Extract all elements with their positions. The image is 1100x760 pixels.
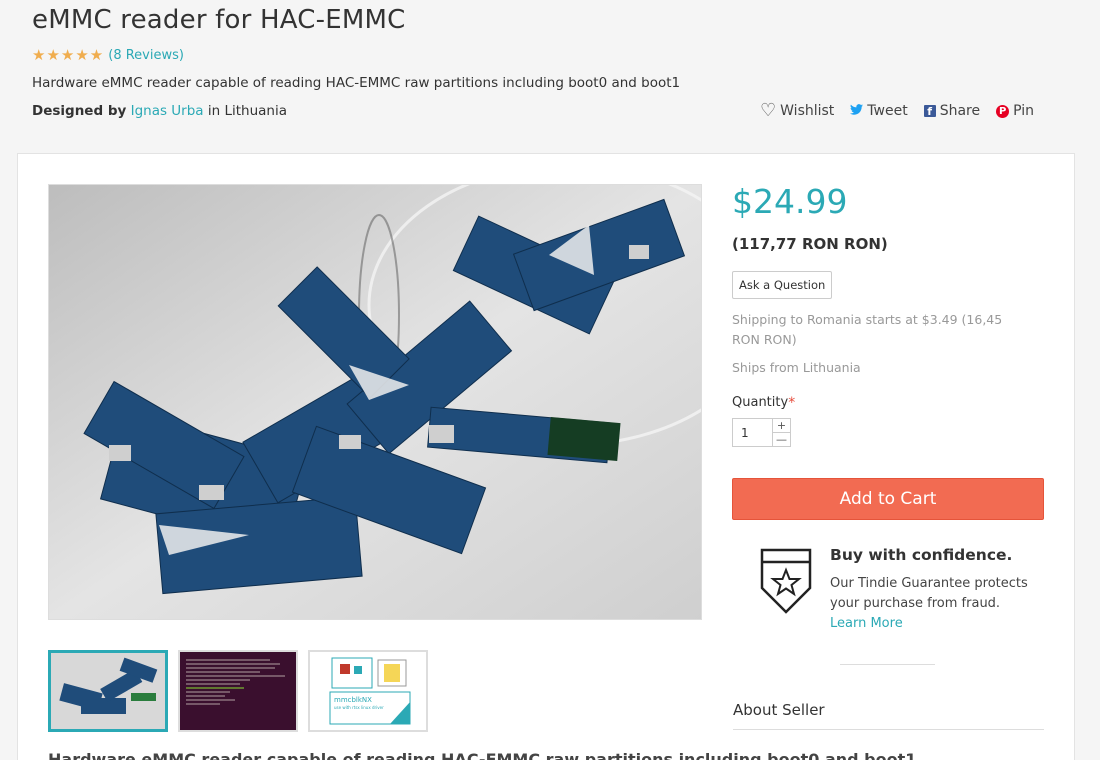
quantity-label-text: Quantity — [732, 395, 789, 410]
description-heading: Hardware eMMC reader capable of reading … — [48, 750, 917, 760]
wishlist-button[interactable]: ♡ Wishlist — [760, 100, 835, 121]
wishlist-label: Wishlist — [780, 103, 835, 119]
thumbnail-boards-image — [51, 653, 165, 729]
about-seller-divider — [733, 729, 1044, 730]
in-label: in — [207, 103, 221, 119]
guarantee-title: Buy with confidence. — [830, 546, 1013, 564]
quantity-increment-button[interactable]: + — [773, 419, 790, 433]
thumbnail-2[interactable] — [178, 650, 298, 732]
quantity-steps: + — — [773, 419, 790, 446]
add-to-cart-button[interactable]: Add to Cart — [732, 478, 1044, 520]
thumbnail-board-label: mmcblkNX — [334, 696, 372, 704]
twitter-icon — [850, 103, 864, 119]
ask-question-button[interactable]: Ask a Question — [732, 271, 833, 299]
designer-link[interactable]: Ignas Urba — [131, 103, 204, 119]
product-price: $24.99 — [732, 182, 848, 221]
designed-by-label: Designed by — [32, 103, 127, 119]
guarantee-description: Our Tindie Guarantee protects your purch… — [830, 576, 1028, 611]
thumbnail-board-sublabel: use with rtsx linux driver — [334, 705, 384, 710]
pinterest-icon: P — [996, 104, 1010, 118]
share-label: Share — [939, 103, 981, 119]
quantity-decrement-button[interactable]: — — [773, 433, 790, 446]
thumbnail-pcb-render-image: mmcblkNX use with rtsx linux driver — [310, 652, 426, 730]
designed-by: Designed by Ignas Urba in Lithuania — [32, 103, 287, 119]
section-divider — [840, 664, 935, 665]
circuit-boards-photo — [49, 185, 701, 619]
social-actions: ♡ Wishlist Tweet f Share P Pin — [760, 100, 1034, 121]
ships-from: Ships from Lithuania — [732, 360, 861, 375]
thumbnail-1[interactable] — [48, 650, 168, 732]
designer-location: Lithuania — [224, 103, 288, 119]
quantity-stepper: + — — [732, 418, 791, 447]
quantity-label: Quantity* — [732, 395, 795, 411]
quantity-input[interactable] — [733, 419, 773, 446]
thumbnail-3[interactable]: mmcblkNX use with rtsx linux driver — [308, 650, 428, 732]
product-title: eMMC reader for HAC-EMMC — [32, 5, 406, 35]
heart-icon: ♡ — [760, 100, 777, 121]
about-seller-heading: About Seller — [733, 701, 825, 719]
product-rating: ★★★★★ (8 Reviews) — [32, 46, 184, 64]
product-subtitle: Hardware eMMC reader capable of reading … — [32, 75, 681, 91]
tweet-button[interactable]: Tweet — [850, 103, 908, 119]
guarantee-text: Our Tindie Guarantee protects your purch… — [830, 574, 1040, 634]
thumbnail-terminal-image — [180, 652, 296, 730]
rating-stars: ★★★★★ — [32, 46, 105, 64]
pin-button[interactable]: P Pin — [996, 103, 1034, 119]
required-mark: * — [788, 395, 796, 411]
tweet-label: Tweet — [867, 103, 908, 119]
pin-label: Pin — [1013, 103, 1035, 119]
share-button[interactable]: f Share — [923, 103, 981, 119]
reviews-link[interactable]: (8 Reviews) — [108, 48, 184, 63]
learn-more-link[interactable]: Learn More — [830, 616, 903, 631]
shipping-info: Shipping to Romania starts at $3.49 (16,… — [732, 312, 1003, 347]
shield-star-icon — [760, 548, 812, 614]
facebook-icon: f — [923, 105, 936, 118]
local-price: (117,77 RON RON) — [732, 235, 888, 253]
main-product-image[interactable] — [48, 184, 702, 620]
